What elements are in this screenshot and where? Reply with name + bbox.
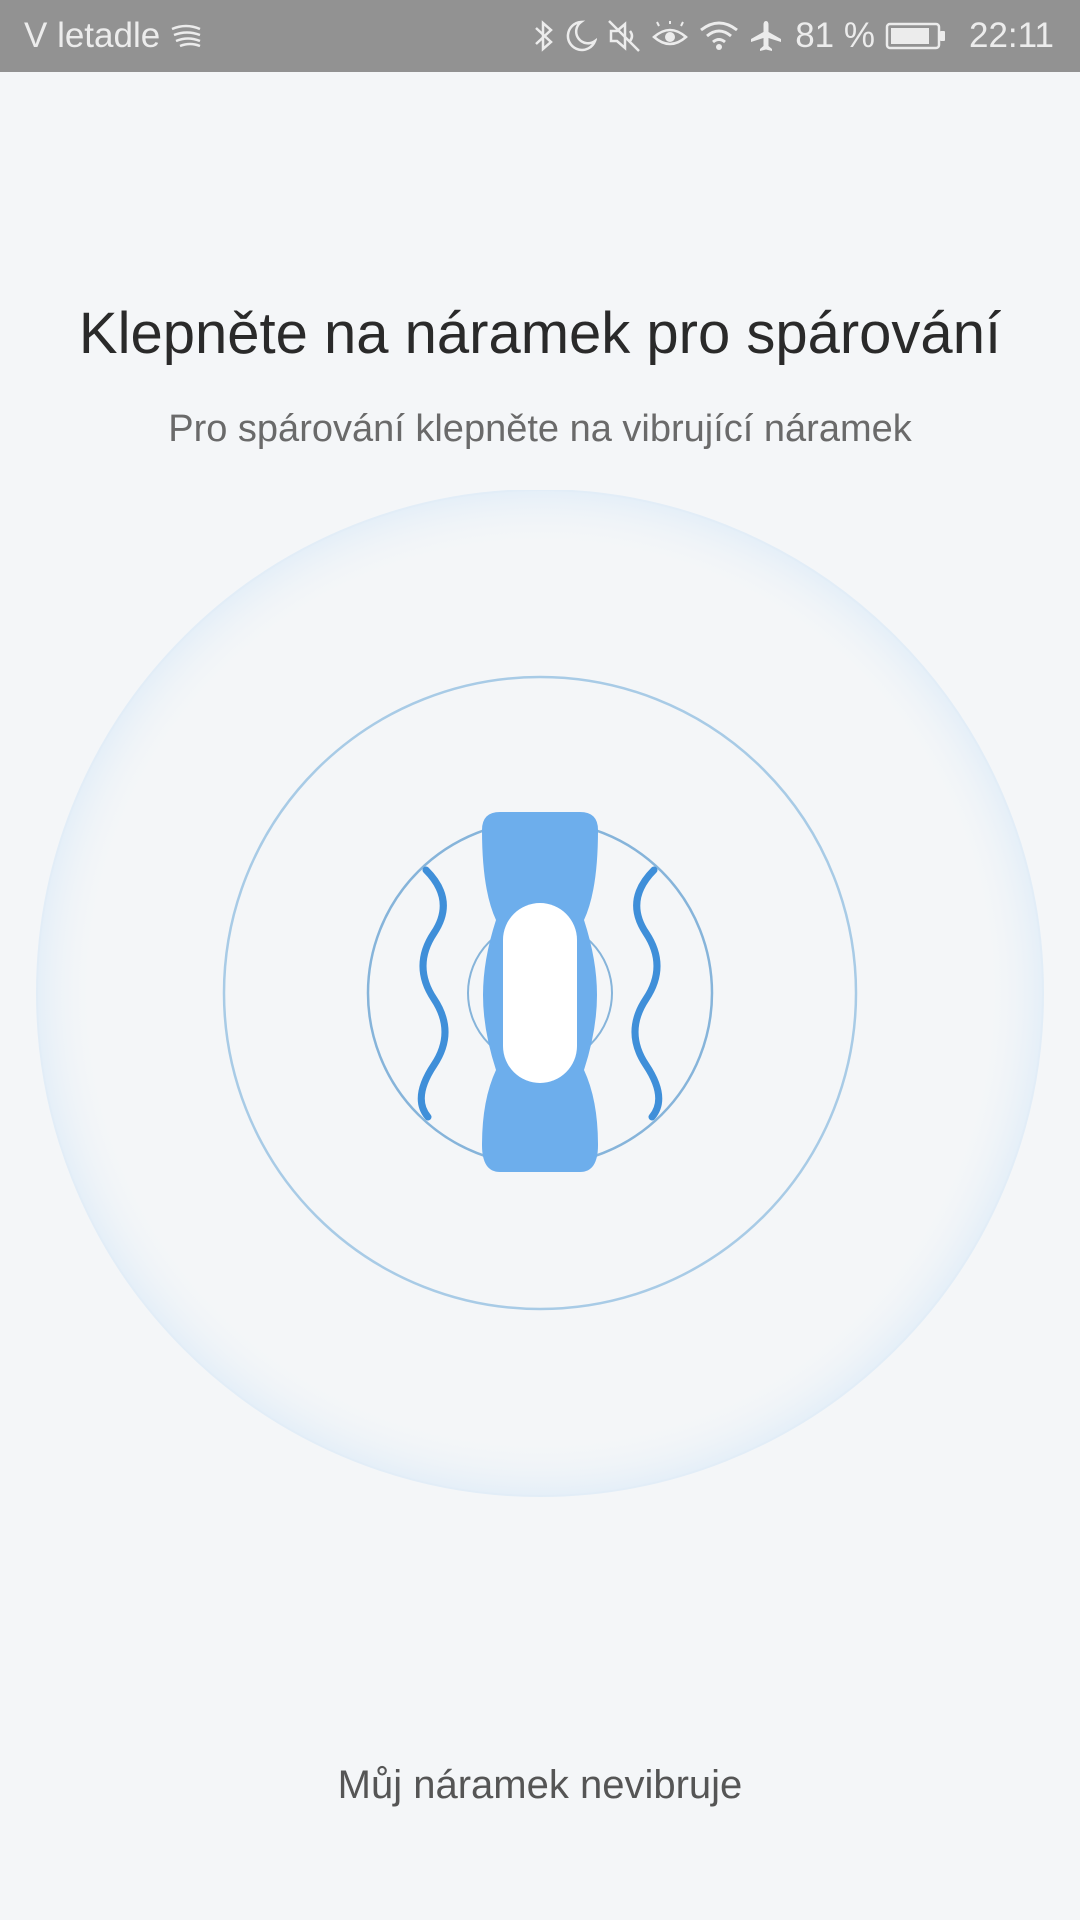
band-capsule bbox=[503, 903, 577, 1083]
battery-percent: 81 % bbox=[795, 16, 875, 55]
mute-icon bbox=[607, 19, 641, 53]
battery-icon bbox=[885, 21, 947, 51]
bluetooth-icon bbox=[533, 18, 555, 54]
carrier-label: V letadle bbox=[24, 16, 161, 55]
swiftkey-icon bbox=[170, 23, 204, 49]
moon-icon bbox=[565, 19, 598, 53]
clock: 22:11 bbox=[969, 16, 1054, 55]
page-subtitle: Pro spárování klepněte na vibrující nára… bbox=[168, 408, 912, 450]
pairing-illustration bbox=[30, 489, 1050, 1500]
status-bar: V letadle 81 % 22:11 bbox=[0, 0, 1080, 72]
eye-icon bbox=[651, 21, 689, 51]
page-title: Klepněte na náramek pro spárování bbox=[78, 301, 1002, 366]
airplane-icon bbox=[749, 19, 783, 53]
band-not-vibrating-link[interactable]: Můj náramek nevibruje bbox=[0, 1763, 1080, 1808]
wifi-icon bbox=[699, 20, 739, 52]
